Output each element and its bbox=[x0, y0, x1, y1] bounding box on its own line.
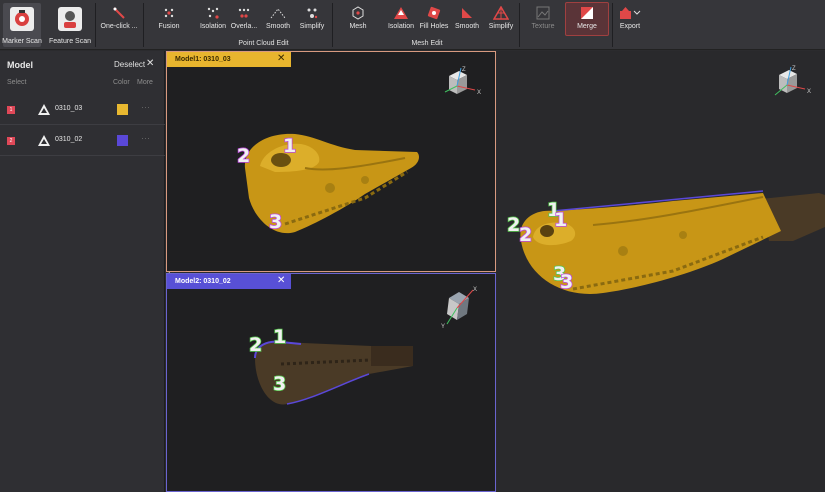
model2-mesh bbox=[254, 340, 413, 405]
marker-label-2-purple: 2 bbox=[518, 224, 533, 246]
feature-scan-icon bbox=[58, 7, 82, 31]
wand-icon bbox=[113, 7, 125, 19]
separator bbox=[519, 3, 520, 47]
axis-z-label: Z bbox=[462, 67, 466, 73]
model-name: 0310_02 bbox=[55, 136, 83, 143]
panel-title: Model bbox=[7, 60, 33, 70]
mesh-simplify-icon bbox=[493, 6, 509, 20]
model1-tab-label: Model1: 0310_03 bbox=[175, 56, 231, 63]
view-cube[interactable]: X Y bbox=[437, 284, 485, 330]
column-select: Select bbox=[7, 79, 27, 86]
mesh-icon bbox=[352, 6, 364, 20]
marker-scan-icon bbox=[10, 7, 34, 31]
marker-label-3: 3 bbox=[268, 211, 283, 233]
marker-label-2: 2 bbox=[236, 145, 251, 167]
model2-tab-label: Model2: 0310_02 bbox=[175, 278, 231, 285]
separator bbox=[143, 3, 144, 47]
model-color-swatch[interactable] bbox=[117, 104, 128, 115]
marker-label-1: 1 bbox=[272, 326, 287, 348]
model-color-swatch[interactable] bbox=[117, 135, 128, 146]
model2-tab[interactable]: Model2: 0310_02 ✕ bbox=[167, 274, 291, 289]
model-panel: Model Deselect ✕ Select Color More 1 031… bbox=[0, 51, 165, 492]
model2-close-icon[interactable]: ✕ bbox=[277, 275, 285, 286]
axis-x-label: X bbox=[807, 89, 811, 95]
view-cube[interactable]: Z X bbox=[435, 64, 485, 104]
export-button[interactable]: Export bbox=[614, 0, 646, 50]
merge-icon bbox=[581, 7, 593, 19]
model-name: 0310_03 bbox=[55, 105, 83, 112]
fusion-icon bbox=[164, 8, 174, 18]
mesh-model-icon bbox=[38, 135, 50, 146]
marker-label-3: 3 bbox=[272, 373, 287, 395]
model1-close-icon[interactable]: ✕ bbox=[277, 53, 285, 64]
marker-label-1-purple: 1 bbox=[553, 209, 568, 231]
deselect-button[interactable]: Deselect bbox=[114, 60, 145, 69]
model-row-1[interactable]: 1 0310_03 ··· bbox=[0, 95, 165, 125]
overlap-icon bbox=[238, 8, 250, 18]
viewport-merged[interactable]: Z X 1 2 3 1 2 3 bbox=[497, 51, 825, 492]
isolation-icon bbox=[207, 7, 219, 19]
smooth-icon bbox=[270, 8, 286, 19]
mesh-button[interactable]: Mesh bbox=[344, 0, 372, 50]
feature-scan-button[interactable]: Feature Scan bbox=[46, 0, 94, 50]
fill-holes-icon bbox=[427, 6, 441, 20]
more-options-button[interactable]: ··· bbox=[141, 133, 150, 143]
fusion-button[interactable]: Fusion bbox=[154, 0, 184, 50]
viewport-model1[interactable]: Model1: 0310_03 ✕ Z X 1 2 3 bbox=[166, 51, 496, 272]
mesh-edit-group: Mesh Edit bbox=[411, 40, 443, 47]
axis-y-label: Y bbox=[441, 324, 445, 330]
axis-x-label: X bbox=[477, 90, 481, 96]
model-index-badge[interactable]: 2 bbox=[7, 137, 15, 145]
separator bbox=[332, 3, 333, 47]
marker-label-3-purple: 3 bbox=[559, 271, 574, 293]
column-more: More bbox=[137, 79, 153, 86]
marker-scan-button[interactable]: Marker Scan bbox=[0, 0, 44, 50]
mesh-simplify-button[interactable]: Simplify bbox=[485, 0, 517, 50]
model-row-2[interactable]: 2 0310_02 ··· bbox=[0, 126, 165, 156]
model-index-badge[interactable]: 1 bbox=[7, 106, 15, 114]
merge-button[interactable]: Merge bbox=[565, 0, 609, 50]
one-click-button[interactable]: One-click ... bbox=[96, 0, 142, 50]
axis-x-label: X bbox=[473, 287, 477, 293]
toolbar: Marker Scan Feature Scan One-click ... F… bbox=[0, 0, 825, 50]
export-icon bbox=[620, 7, 641, 19]
viewport-model2[interactable]: Model2: 0310_02 ✕ X Y 1 2 3 bbox=[166, 273, 496, 492]
texture-icon bbox=[536, 6, 550, 20]
marker-label-2: 2 bbox=[248, 334, 263, 356]
separator bbox=[612, 3, 613, 47]
marker-label-1: 1 bbox=[282, 135, 297, 157]
view-cube[interactable]: Z X bbox=[765, 63, 815, 105]
panel-close-icon[interactable]: ✕ bbox=[146, 58, 154, 69]
mesh-model-icon bbox=[38, 104, 50, 115]
mesh-isolation-icon bbox=[394, 7, 408, 19]
axis-z-label: Z bbox=[792, 66, 796, 72]
more-options-button[interactable]: ··· bbox=[141, 102, 150, 112]
mesh-smooth-icon bbox=[462, 8, 472, 18]
simplify-icon bbox=[307, 8, 318, 19]
texture-button[interactable]: Texture bbox=[527, 0, 559, 50]
column-color: Color bbox=[113, 79, 130, 86]
point-cloud-edit-group: Point Cloud Edit bbox=[238, 40, 289, 47]
model1-mesh bbox=[244, 133, 419, 234]
model1-tab[interactable]: Model1: 0310_03 ✕ bbox=[167, 52, 291, 67]
